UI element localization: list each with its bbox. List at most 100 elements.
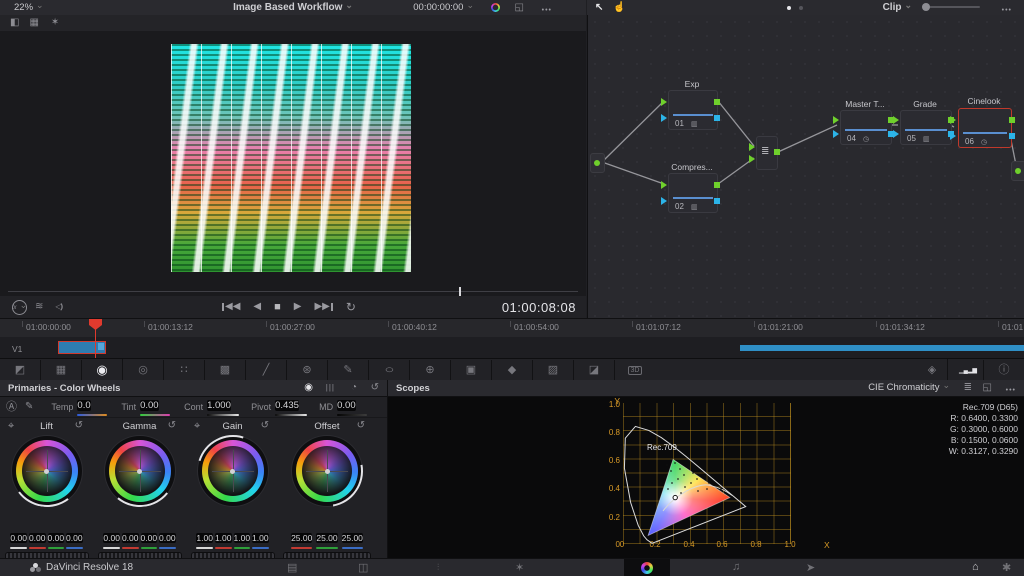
- node-graph[interactable]: Exp 01 Compres... 02 Master T...: [587, 15, 1024, 318]
- layer-mixer-node[interactable]: [756, 136, 778, 170]
- play-button[interactable]: ▶: [294, 302, 302, 312]
- gain-master-value[interactable]: 1.00: [196, 533, 213, 543]
- bars-mode-icon[interactable]: [326, 384, 335, 392]
- pan-tool-icon[interactable]: [613, 3, 625, 13]
- pivot-field[interactable]: 0.435: [275, 400, 299, 411]
- white-balance-picker-icon[interactable]: [25, 402, 33, 412]
- viewer-timecode-dropdown[interactable]: 00:00:00:00: [413, 2, 474, 13]
- viewer-expand-icon[interactable]: [515, 3, 524, 13]
- skip-end-button[interactable]: ▶▶: [314, 302, 332, 312]
- gain-reset-icon[interactable]: [261, 421, 269, 431]
- gain-wheel[interactable]: [202, 440, 264, 502]
- grid-view-icon[interactable]: [29, 18, 38, 28]
- wipe-modes-icon[interactable]: [35, 302, 43, 312]
- scope-expand-icon[interactable]: [983, 383, 992, 393]
- node-mode-dropdown[interactable]: Clip: [883, 2, 912, 13]
- loop-button[interactable]: ↻: [346, 301, 356, 313]
- contrast-field[interactable]: 1.000: [207, 400, 231, 411]
- qualifier-icon[interactable]: [328, 360, 369, 381]
- hdr-grade-icon[interactable]: [123, 360, 164, 381]
- fusion-page-icon[interactable]: [515, 561, 524, 574]
- stop-button[interactable]: ■: [274, 302, 281, 313]
- gain-blue-value[interactable]: 1.00: [252, 533, 269, 543]
- output-input-dot[interactable]: [1015, 168, 1021, 174]
- timeline-clip-selected[interactable]: [58, 341, 106, 354]
- step-back-button[interactable]: ◀: [253, 302, 261, 312]
- lift-reset-icon[interactable]: [75, 421, 83, 431]
- curves-icon[interactable]: [246, 360, 287, 381]
- gain-red-value[interactable]: 1.00: [215, 533, 232, 543]
- offset-blue-value[interactable]: 25.00: [342, 533, 363, 543]
- scope-options-icon[interactable]: [1006, 384, 1016, 395]
- 3d-icon[interactable]: [615, 359, 655, 381]
- clip-handle[interactable]: [98, 343, 104, 350]
- node-02[interactable]: 02: [668, 173, 718, 213]
- node-zoom-knob[interactable]: [922, 3, 930, 11]
- tracker-icon[interactable]: [410, 360, 451, 381]
- timeline-playhead-marker[interactable]: [89, 319, 102, 330]
- node-04[interactable]: 04: [840, 110, 892, 145]
- node-01[interactable]: 01: [668, 90, 718, 130]
- cursor-tool-icon[interactable]: [595, 3, 603, 13]
- cut-page-icon[interactable]: [358, 561, 368, 574]
- viewer-scrub-bar[interactable]: [8, 291, 578, 292]
- gamma-wheel[interactable]: [109, 440, 171, 502]
- unmix-toggle-icon[interactable]: [10, 18, 19, 28]
- camera-raw-icon[interactable]: [0, 360, 41, 381]
- edit-page-icon[interactable]: [437, 561, 439, 573]
- timeline-clip[interactable]: [740, 345, 1024, 351]
- output-node[interactable]: [1011, 161, 1024, 181]
- scope-settings-icon[interactable]: [964, 383, 972, 393]
- offset-red-value[interactable]: 25.00: [291, 533, 312, 543]
- lift-red-value[interactable]: 0.00: [29, 533, 46, 543]
- palette-reset-icon[interactable]: [371, 383, 379, 393]
- key-icon[interactable]: [574, 360, 615, 381]
- keyframes-icon[interactable]: [912, 360, 952, 381]
- node-05[interactable]: 05: [900, 110, 952, 145]
- gain-green-value[interactable]: 1.00: [234, 533, 251, 543]
- settings-gear-icon[interactable]: [1002, 561, 1011, 574]
- temp-field[interactable]: 0.0: [77, 400, 90, 411]
- node-zoom-slider[interactable]: [922, 6, 980, 8]
- md-field[interactable]: 0.00: [337, 400, 356, 411]
- color-warper-icon[interactable]: [287, 360, 328, 381]
- skip-start-button[interactable]: ◀◀: [222, 302, 240, 312]
- media-page-icon[interactable]: [287, 561, 297, 574]
- motion-effects-icon[interactable]: [205, 360, 246, 381]
- bypass-grades-icon[interactable]: [12, 300, 27, 315]
- home-icon[interactable]: [972, 561, 979, 573]
- offset-green-value[interactable]: 25.00: [316, 533, 337, 543]
- timeline[interactable]: V1 01:00:00:00 01:00:13:12 01:00:27:00 0…: [0, 318, 1024, 359]
- viewer[interactable]: [0, 31, 586, 296]
- lift-crosshair-icon[interactable]: [8, 421, 14, 432]
- lift-green-value[interactable]: 0.00: [48, 533, 65, 543]
- gamma-master-value[interactable]: 0.00: [103, 533, 120, 543]
- audio-mute-icon[interactable]: [55, 303, 62, 311]
- viewer-scrub-playhead[interactable]: [459, 287, 461, 296]
- lift-master-value[interactable]: 0.00: [10, 533, 27, 543]
- node-06-selected[interactable]: 06: [958, 108, 1012, 148]
- gamma-red-value[interactable]: 0.00: [122, 533, 139, 543]
- window-icon[interactable]: [369, 360, 410, 381]
- scopes-icon[interactable]: [947, 359, 988, 382]
- blur-sharpen-icon[interactable]: [533, 360, 574, 381]
- offset-reset-icon[interactable]: [357, 421, 365, 431]
- color-page-active[interactable]: [624, 559, 670, 576]
- auto-balance-icon[interactable]: [6, 402, 17, 413]
- scope-mode-dropdown[interactable]: CIE Chromaticity: [868, 382, 950, 393]
- page-dot-inactive[interactable]: [799, 6, 803, 10]
- info-icon[interactable]: [983, 360, 1024, 381]
- gamma-green-value[interactable]: 0.00: [141, 533, 158, 543]
- gamut-indicator-icon[interactable]: [491, 3, 500, 12]
- rgb-mixer-icon[interactable]: [164, 360, 205, 381]
- deliver-page-icon[interactable]: [806, 561, 815, 574]
- log-mode-icon[interactable]: [351, 383, 357, 393]
- blur-icon[interactable]: [492, 360, 533, 381]
- fairlight-page-icon[interactable]: [732, 561, 740, 573]
- enhance-wand-icon[interactable]: [51, 18, 59, 28]
- viewer-zoom-dropdown[interactable]: 22%: [14, 2, 44, 13]
- source-output-dot[interactable]: [594, 160, 600, 166]
- lift-blue-value[interactable]: 0.00: [66, 533, 83, 543]
- offset-wheel[interactable]: [296, 440, 358, 502]
- lift-wheel[interactable]: [16, 440, 78, 502]
